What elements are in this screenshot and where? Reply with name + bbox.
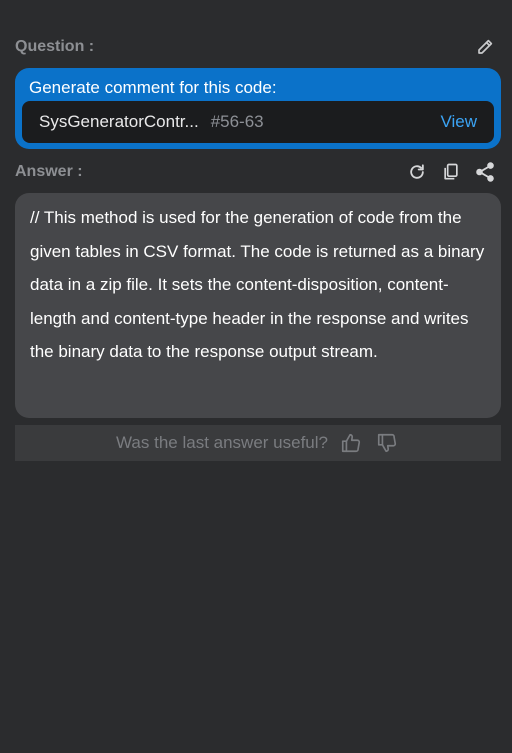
question-card: Generate comment for this code: SysGener…	[15, 68, 501, 149]
answer-text: // This method is used for the generatio…	[30, 208, 485, 362]
code-reference: SysGeneratorContr... #56-63 View	[22, 101, 494, 143]
share-button[interactable]	[472, 159, 498, 185]
question-prompt: Generate comment for this code:	[29, 78, 277, 97]
thumbs-up-button[interactable]	[338, 430, 364, 456]
answer-actions	[404, 159, 498, 185]
refresh-icon	[410, 164, 424, 179]
feedback-prompt: Was the last answer useful?	[116, 433, 328, 452]
code-line-range: #56-63	[210, 112, 264, 131]
question-header: Question :	[15, 36, 498, 58]
code-file-name: SysGeneratorContr...	[39, 112, 199, 131]
answer-label: Answer :	[15, 163, 83, 180]
edit-question-button[interactable]	[472, 34, 498, 60]
question-label: Question :	[15, 38, 95, 55]
copy-icon	[444, 163, 458, 180]
regenerate-button[interactable]	[404, 159, 430, 185]
thumbs-down-icon	[377, 433, 397, 453]
copy-button[interactable]	[438, 159, 464, 185]
view-code-link[interactable]: View	[440, 112, 477, 132]
thumbs-down-button[interactable]	[374, 430, 400, 456]
pencil-icon	[478, 39, 493, 54]
thumbs-up-icon	[341, 433, 361, 453]
feedback-bar: Was the last answer useful?	[15, 425, 501, 461]
answer-card: // This method is used for the generatio…	[15, 193, 501, 418]
share-icon	[476, 162, 494, 182]
answer-header: Answer :	[15, 160, 498, 184]
